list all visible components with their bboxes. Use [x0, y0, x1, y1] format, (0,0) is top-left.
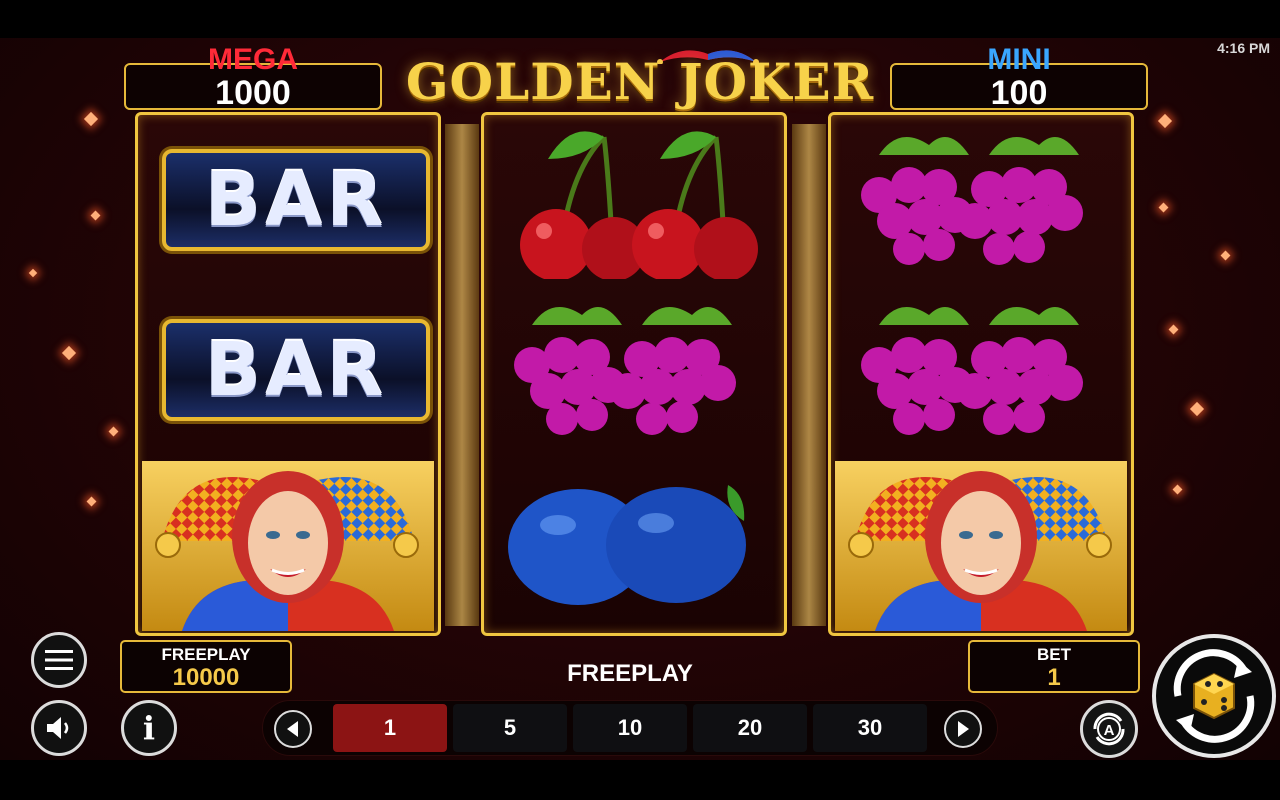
mega-jackpot: MEGA 1000 [124, 45, 382, 112]
bet-option-1[interactable]: 1 [333, 704, 447, 752]
bet-option-10[interactable]: 10 [573, 704, 687, 752]
bet-value: 1 [1047, 664, 1061, 691]
bar-symbol-text: BAR [204, 327, 388, 413]
info-button[interactable]: i [121, 700, 177, 756]
balance-box: FREEPLAY 10000 [120, 640, 292, 693]
sparkle [108, 426, 119, 437]
sparkle [1172, 484, 1183, 495]
sparkle [90, 210, 101, 221]
sound-icon [47, 717, 69, 739]
mini-jackpot: MINI 100 [890, 45, 1148, 112]
spin-button[interactable] [1152, 634, 1276, 758]
bar-symbol: BAR [146, 285, 430, 445]
sparkle [1189, 401, 1205, 417]
bar-symbol-text: BAR [204, 157, 388, 243]
balance-value: 10000 [172, 664, 240, 691]
menu-icon [45, 650, 73, 670]
autoplay-button[interactable]: A [1080, 700, 1138, 758]
svg-text:A: A [1104, 722, 1115, 739]
bet-label: BET [1037, 645, 1071, 664]
spin-icon [1173, 649, 1255, 743]
mini-jackpot-label: MINI [987, 43, 1051, 76]
bet-option-30[interactable]: 30 [813, 704, 927, 752]
sparkle [86, 496, 97, 507]
bet-prev-button[interactable] [274, 710, 312, 748]
sparkle [83, 111, 99, 127]
cherries-symbol [492, 119, 776, 281]
chevron-left-icon [287, 721, 298, 737]
sparkle [1220, 250, 1231, 261]
grapes-symbol [839, 295, 1123, 455]
reel-divider [445, 124, 479, 626]
mode-text: FREEPLAY [567, 660, 693, 687]
plums-symbol [492, 465, 776, 625]
bet-option-5[interactable]: 5 [453, 704, 567, 752]
sparkle [1157, 113, 1173, 129]
bet-next-button[interactable] [944, 710, 982, 748]
sound-button[interactable] [31, 700, 87, 756]
reel-2 [481, 112, 787, 636]
reel-1: BAR BAR [135, 112, 441, 636]
reel-divider [792, 124, 826, 626]
info-icon: i [142, 709, 156, 747]
bet-box: BET 1 [968, 640, 1140, 693]
bet-option-20[interactable]: 20 [693, 704, 807, 752]
menu-button[interactable] [31, 632, 87, 688]
grapes-symbol [839, 125, 1123, 285]
mega-jackpot-value: 1000 [215, 74, 291, 112]
sparkle [61, 345, 77, 361]
balance-label: FREEPLAY [161, 645, 251, 664]
sparkle [28, 268, 38, 278]
chevron-right-icon [958, 721, 969, 737]
sparkle [1158, 202, 1169, 213]
sparkle [1168, 324, 1179, 335]
grapes-symbol [492, 295, 776, 455]
status-clock: 4:16 PM [1217, 40, 1270, 56]
autoplay-icon: A [1093, 712, 1125, 746]
joker-symbol [835, 461, 1127, 631]
joker-symbol [142, 461, 434, 631]
bar-symbol: BAR [146, 115, 430, 275]
reel-3 [828, 112, 1134, 636]
mini-jackpot-value: 100 [990, 74, 1048, 112]
mega-jackpot-label: MEGA [208, 43, 298, 76]
